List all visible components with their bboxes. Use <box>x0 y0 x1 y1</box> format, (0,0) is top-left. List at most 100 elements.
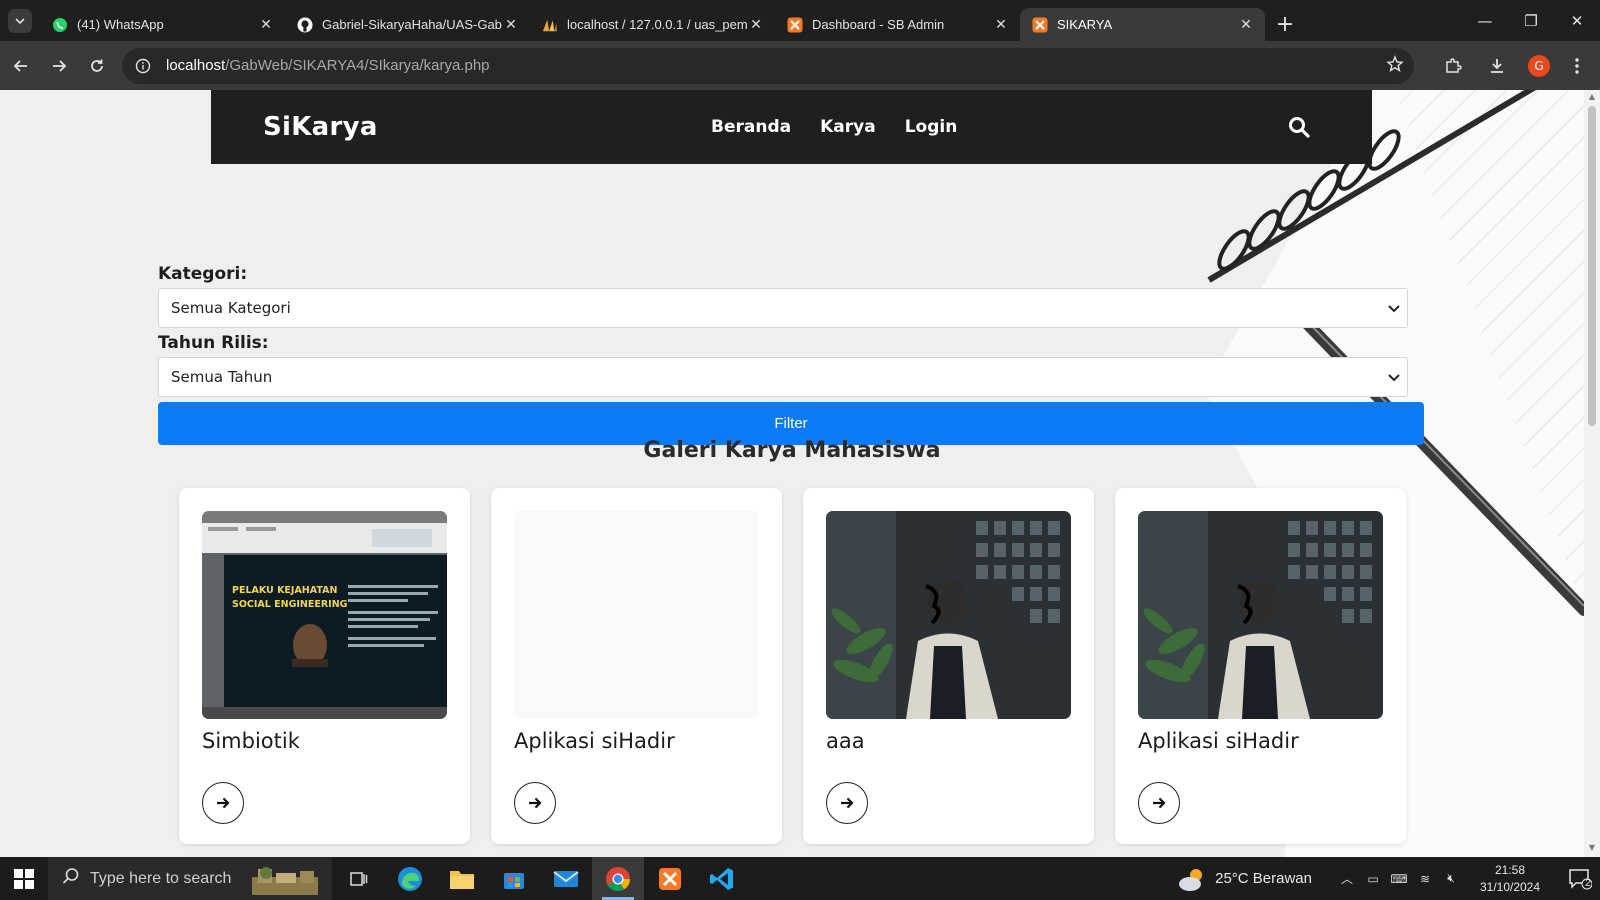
taskbar-search-box[interactable]: Type here to search <box>48 857 332 900</box>
keyboard-language-icon[interactable]: ⌨ <box>1386 872 1412 886</box>
taskbar-edge[interactable] <box>384 857 436 900</box>
tab-whatsapp[interactable]: (41) WhatsApp ✕ <box>40 8 285 41</box>
minimize-icon[interactable]: — <box>1462 12 1508 30</box>
arrow-right-icon <box>841 797 854 809</box>
wifi-icon[interactable]: ≋ <box>1412 872 1438 886</box>
taskbar-search-placeholder: Type here to search <box>90 869 232 887</box>
arrow-right-icon <box>529 797 542 809</box>
tab-title: (41) WhatsApp <box>77 17 164 32</box>
filter-form: Kategori: Semua Kategori Tahun Rilis: Se… <box>158 264 1424 445</box>
gallery-cards: PELAKU KEJAHATAN SOCIAL ENGINEERING Simb… <box>179 488 1406 844</box>
gallery-card: Aplikasi siHadir <box>1115 488 1406 844</box>
card-open-button[interactable] <box>826 782 868 824</box>
scroll-up-arrow-icon[interactable]: ▲ <box>1584 92 1600 106</box>
card-title: Aplikasi siHadir <box>1138 729 1299 753</box>
github-icon <box>297 17 313 33</box>
back-button[interactable] <box>4 49 38 83</box>
forward-button[interactable] <box>42 49 76 83</box>
nav-link-login[interactable]: Login <box>905 117 958 137</box>
chevron-up-icon[interactable]: ︿ <box>1334 870 1360 887</box>
reload-button[interactable] <box>80 49 114 83</box>
bookmark-star-icon[interactable] <box>1386 54 1404 77</box>
extensions-button[interactable] <box>1436 49 1470 83</box>
url-path: /GabWeb/SIKARYA4/SIkarya/karya.php <box>225 57 490 74</box>
site-brand-logo[interactable]: SiKarya <box>263 112 378 142</box>
downloads-button[interactable] <box>1480 49 1514 83</box>
arrow-left-icon <box>13 59 27 72</box>
tab-phpmyadmin[interactable]: localhost / 127.0.0.1 / uas_pem ✕ <box>530 8 775 41</box>
phpmyadmin-icon <box>542 17 558 33</box>
site-info-icon[interactable] <box>132 58 154 74</box>
xampp-icon <box>1032 17 1048 33</box>
new-tab-button[interactable]: + <box>1271 10 1299 38</box>
taskbar-store[interactable] <box>488 857 540 900</box>
nav-link-beranda[interactable]: Beranda <box>711 117 791 137</box>
tab-search-button[interactable] <box>8 9 32 33</box>
card-open-button[interactable] <box>202 782 244 824</box>
taskbar-xampp[interactable] <box>644 857 696 900</box>
restore-icon[interactable]: ❐ <box>1508 12 1554 30</box>
close-window-icon[interactable]: ✕ <box>1554 12 1600 30</box>
card-image-presentation[interactable]: PELAKU KEJAHATAN SOCIAL ENGINEERING <box>202 511 447 719</box>
tab-close-icon[interactable]: ✕ <box>992 16 1010 33</box>
search-icon[interactable] <box>1288 116 1310 142</box>
category-label: Kategori: <box>158 264 248 284</box>
xampp-icon <box>659 867 681 890</box>
card-open-button[interactable] <box>1138 782 1180 824</box>
task-view-icon <box>350 871 368 886</box>
kebab-menu-icon <box>1575 57 1579 74</box>
browser-tabstrip: (41) WhatsApp ✕ Gabriel-SikaryaHaha/UAS-… <box>0 0 1600 41</box>
tab-github[interactable]: Gabriel-SikaryaHaha/UAS-Gabr ✕ <box>285 8 530 41</box>
notification-count: 2 <box>1585 878 1591 889</box>
chevron-down-icon <box>15 18 25 25</box>
card-image-person-photo[interactable] <box>826 511 1071 719</box>
page-viewport: SiKarya Beranda Karya Login Kategori: Se… <box>0 90 1584 857</box>
tab-title: SIKARYA <box>1057 17 1113 32</box>
tab-dashboard[interactable]: Dashboard - SB Admin ✕ <box>775 8 1020 41</box>
scrollbar-thumb[interactable] <box>1588 106 1596 426</box>
chevron-down-icon <box>1387 370 1401 388</box>
taskbar-chrome[interactable] <box>592 857 644 900</box>
tab-close-icon[interactable]: ✕ <box>502 16 520 33</box>
gallery-title: Galeri Karya Mahasiswa <box>643 438 941 463</box>
profile-avatar[interactable]: G <box>1528 54 1550 77</box>
arrow-right-icon <box>1153 797 1166 809</box>
vscode-icon <box>710 867 733 890</box>
arrow-right-icon <box>53 59 67 72</box>
weather-widget[interactable]: 25°C Berawan <box>1177 866 1312 892</box>
taskbar-mail[interactable] <box>540 857 592 900</box>
tab-close-icon[interactable]: ✕ <box>747 16 765 33</box>
download-icon <box>1491 58 1503 73</box>
tab-close-icon[interactable]: ✕ <box>257 16 275 33</box>
windows-logo-icon <box>14 868 34 889</box>
year-select[interactable]: Semua Tahun <box>158 357 1408 397</box>
notification-center-button[interactable]: 2 <box>1560 868 1600 890</box>
taskbar-vscode[interactable] <box>696 857 748 900</box>
card-open-button[interactable] <box>514 782 556 824</box>
tab-close-icon[interactable]: ✕ <box>1237 16 1255 33</box>
card-image-person-photo[interactable] <box>1138 511 1383 719</box>
url-host: localhost <box>166 57 226 74</box>
card-image-blank[interactable] <box>514 511 759 719</box>
edge-icon <box>398 866 422 891</box>
browser-menu-button[interactable] <box>1560 49 1594 83</box>
taskbar-clock[interactable]: 21:58 31/10/2024 <box>1474 862 1546 896</box>
nav-link-karya[interactable]: Karya <box>820 117 876 137</box>
battery-icon[interactable]: ▭ <box>1360 872 1386 886</box>
tab-title: localhost / 127.0.0.1 / uas_pem <box>567 17 747 32</box>
tab-sikarya[interactable]: SIKARYA ✕ <box>1020 8 1265 41</box>
task-view-button[interactable] <box>332 857 384 900</box>
site-navbar: SiKarya Beranda Karya Login <box>211 90 1372 164</box>
category-select-value: Semua Kategori <box>171 299 291 317</box>
clock-time: 21:58 <box>1494 862 1526 877</box>
category-select[interactable]: Semua Kategori <box>158 288 1408 328</box>
scroll-down-arrow-icon[interactable]: ▼ <box>1584 843 1600 857</box>
thumb-text-line-2: SOCIAL ENGINEERING <box>232 599 348 610</box>
volume-mute-icon[interactable]: 🔇︎ <box>1438 871 1464 886</box>
address-bar[interactable]: localhost/GabWeb/SIKARYA4/SIkarya/karya.… <box>122 47 1414 84</box>
page-scrollbar[interactable]: ▲ ▼ <box>1584 90 1600 857</box>
thumb-text-line-1: PELAKU KEJAHATAN <box>232 585 337 596</box>
start-button[interactable] <box>0 857 48 900</box>
store-icon <box>504 872 524 889</box>
taskbar-file-explorer[interactable] <box>436 857 488 900</box>
